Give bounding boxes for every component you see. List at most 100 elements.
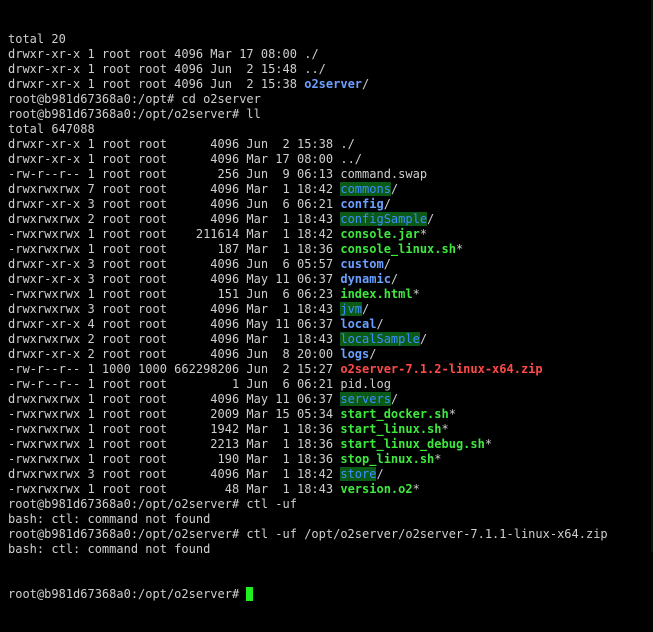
- line-text: -rwxrwxrwx 1 root root 190 Mar 1 18:36: [8, 452, 341, 466]
- file-name: console_linux.sh: [340, 242, 456, 256]
- file-name: start_linux_debug.sh: [340, 437, 485, 451]
- file-name: config: [340, 197, 384, 211]
- line-text: drwxr-xr-x 1 root root 4096 Jun 2 15:48: [8, 62, 305, 76]
- line-text: /: [383, 197, 391, 211]
- shell-prompt: root@b981d67368a0:/opt/o2server#: [8, 587, 247, 601]
- terminal-line: total 647088: [8, 122, 653, 137]
- line-text: /: [390, 272, 399, 286]
- line-text: -rw-r--r-- 1 root root 1 Jun 6 06:21: [8, 377, 341, 391]
- line-text: -rw-r--r-- 1 1000 1000 662298206 Jun 2 1…: [8, 362, 341, 376]
- line-text: drwxr-xr-x 1 root root 4096 Mar 17 08:00: [8, 47, 305, 61]
- terminal-line: root@b981d67368a0:/opt/o2server# ll: [8, 107, 653, 122]
- file-name: o2server: [304, 77, 363, 91]
- line-text: *: [484, 437, 493, 451]
- line-text: -rwxrwxrwx 1 root root 211614 Mar 1 18:4…: [8, 227, 341, 241]
- file-name: jvm: [340, 302, 363, 316]
- terminal-line: -rwxrwxrwx 1 root root 1942 Mar 1 18:36 …: [8, 422, 653, 437]
- line-text: /: [419, 332, 428, 346]
- terminal-line: drwxrwxrwx 2 root root 4096 Mar 1 18:43 …: [8, 332, 653, 347]
- line-text: bash: ctl: command not found: [8, 512, 211, 526]
- file-name: o2server-7.1.2-linux-x64.zip: [340, 362, 543, 376]
- line-text: drwxrwxrwx 2 root root 4096 Mar 1 18:43: [8, 332, 341, 346]
- line-text: drwxr-xr-x 2 root root 4096 Jun 8 20:00: [8, 347, 341, 361]
- line-text: *: [412, 482, 420, 496]
- terminal-line: drwxr-xr-x 3 root root 4096 Jun 6 05:57 …: [8, 257, 653, 272]
- terminal-line: total 20: [8, 32, 653, 47]
- line-text: /: [427, 212, 435, 226]
- terminal-window[interactable]: total 20 drwxr-xr-x 1 root root 4096 Mar …: [0, 0, 653, 601]
- terminal-line: -rwxrwxrwx 1 root root 190 Mar 1 18:36 s…: [8, 452, 653, 467]
- line-text: *: [448, 407, 456, 421]
- file-name: stop_linux.sh: [340, 452, 435, 466]
- line-text: -rwxrwxrwx 1 root root 48 Mar 1 18:43: [8, 482, 341, 496]
- line-text: drwxr-xr-x 3 root root 4096 Jun 6 06:21: [8, 197, 341, 211]
- terminal-line: -rw-r--r-- 1 1000 1000 662298206 Jun 2 1…: [8, 362, 653, 377]
- line-text: *: [434, 452, 442, 466]
- file-name: servers: [340, 392, 391, 406]
- line-text: drwxr-xr-x 1 root root 4096 Jun 2 15:38: [8, 77, 305, 91]
- line-text: *: [412, 287, 420, 301]
- file-name: start_docker.sh: [340, 407, 449, 421]
- line-text: /: [376, 317, 384, 331]
- terminal-line: drwxrwxrwx 3 root root 4096 Mar 1 18:43 …: [8, 302, 653, 317]
- line-text: /: [376, 467, 384, 481]
- file-name: configSample: [340, 212, 428, 226]
- terminal-line: -rw-r--r-- 1 root root 256 Jun 9 06:13 c…: [8, 167, 653, 182]
- line-text: /: [390, 182, 399, 196]
- file-name: console.jar: [340, 227, 420, 241]
- line-text: drwxrwxrwx 1 root root 4096 May 11 06:37: [8, 392, 341, 406]
- text-cursor: [246, 587, 254, 601]
- terminal-line: drwxr-xr-x 2 root root 4096 Jun 8 20:00 …: [8, 347, 653, 362]
- terminal-line: drwxr-xr-x 1 root root 4096 Mar 17 08:00…: [8, 152, 653, 167]
- file-name: version.o2: [340, 482, 413, 496]
- file-name: commons: [340, 182, 391, 196]
- terminal-output: total 20 drwxr-xr-x 1 root root 4096 Mar …: [8, 32, 653, 557]
- line-text: root@b981d67368a0:/opt/o2server# ll: [8, 107, 261, 121]
- terminal-line: drwxrwxrwx 3 root root 4096 Mar 1 18:42 …: [8, 467, 653, 482]
- line-text: total 20: [8, 32, 66, 46]
- line-text: *: [419, 227, 428, 241]
- terminal-line: -rwxrwxrwx 1 root root 48 Mar 1 18:43 ve…: [8, 482, 653, 497]
- line-text: -rwxrwxrwx 1 root root 1942 Mar 1 18:36: [8, 422, 341, 436]
- file-name: local: [340, 317, 377, 331]
- line-text: /: [362, 77, 370, 91]
- line-text: drwxr-xr-x 3 root root 4096 Jun 6 05:57: [8, 257, 341, 271]
- line-text: ../: [304, 62, 326, 76]
- terminal-line: -rwxrwxrwx 1 root root 187 Mar 1 18:36 c…: [8, 242, 653, 257]
- terminal-line: -rwxrwxrwx 1 root root 211614 Mar 1 18:4…: [8, 227, 653, 242]
- line-text: -rw-r--r-- 1 root root 256 Jun 9 06:13: [8, 167, 341, 181]
- file-name: start_linux.sh: [340, 422, 442, 436]
- file-name: localSample: [340, 332, 420, 346]
- line-text: ./: [340, 137, 355, 151]
- terminal-line: drwxr-xr-x 1 root root 4096 Mar 17 08:00…: [8, 47, 653, 62]
- line-text: /: [390, 392, 399, 406]
- line-text: -rwxrwxrwx 1 root root 187 Mar 1 18:36: [8, 242, 341, 256]
- terminal-line: -rwxrwxrwx 1 root root 2213 Mar 1 18:36 …: [8, 437, 653, 452]
- terminal-line: root@b981d67368a0:/opt/o2server# ctl -uf…: [8, 527, 653, 542]
- file-name: index.html: [340, 287, 413, 301]
- terminal-line: -rwxrwxrwx 1 root root 151 Jun 6 06:23 i…: [8, 287, 653, 302]
- terminal-line: drwxr-xr-x 1 root root 4096 Jun 2 15:38 …: [8, 77, 653, 92]
- line-text: total 647088: [8, 122, 95, 136]
- terminal-line: root@b981d67368a0:/opt/o2server# ctl -uf: [8, 497, 653, 512]
- line-text: drwxrwxrwx 3 root root 4096 Mar 1 18:42: [8, 467, 341, 481]
- file-name: dynamic: [340, 272, 391, 286]
- line-text: root@b981d67368a0:/opt# cd o2server: [8, 92, 261, 106]
- line-text: drwxrwxrwx 3 root root 4096 Mar 1 18:43: [8, 302, 341, 316]
- terminal-line: -rw-r--r-- 1 root root 1 Jun 6 06:21 pid…: [8, 377, 653, 392]
- file-name: logs: [340, 347, 370, 361]
- line-text: bash: ctl: command not found: [8, 542, 211, 556]
- terminal-line: root@b981d67368a0:/opt# cd o2server: [8, 92, 653, 107]
- terminal-line: -rwxrwxrwx 1 root root 2009 Mar 15 05:34…: [8, 407, 653, 422]
- line-text: /: [369, 347, 377, 361]
- terminal-line: drwxr-xr-x 3 root root 4096 Jun 6 06:21 …: [8, 197, 653, 212]
- terminal-line: drwxr-xr-x 1 root root 4096 Jun 2 15:48 …: [8, 62, 653, 77]
- terminal-prompt-line[interactable]: root@b981d67368a0:/opt/o2server#: [8, 587, 653, 602]
- terminal-line: drwxr-xr-x 1 root root 4096 Jun 2 15:38 …: [8, 137, 653, 152]
- terminal-line: drwxrwxrwx 2 root root 4096 Mar 1 18:43 …: [8, 212, 653, 227]
- line-text: drwxr-xr-x 1 root root 4096 Mar 17 08:00: [8, 152, 341, 166]
- line-text: -rwxrwxrwx 1 root root 2213 Mar 1 18:36: [8, 437, 341, 451]
- line-text: ./: [304, 47, 319, 61]
- line-text: /: [362, 302, 370, 316]
- file-name: custom: [340, 257, 384, 271]
